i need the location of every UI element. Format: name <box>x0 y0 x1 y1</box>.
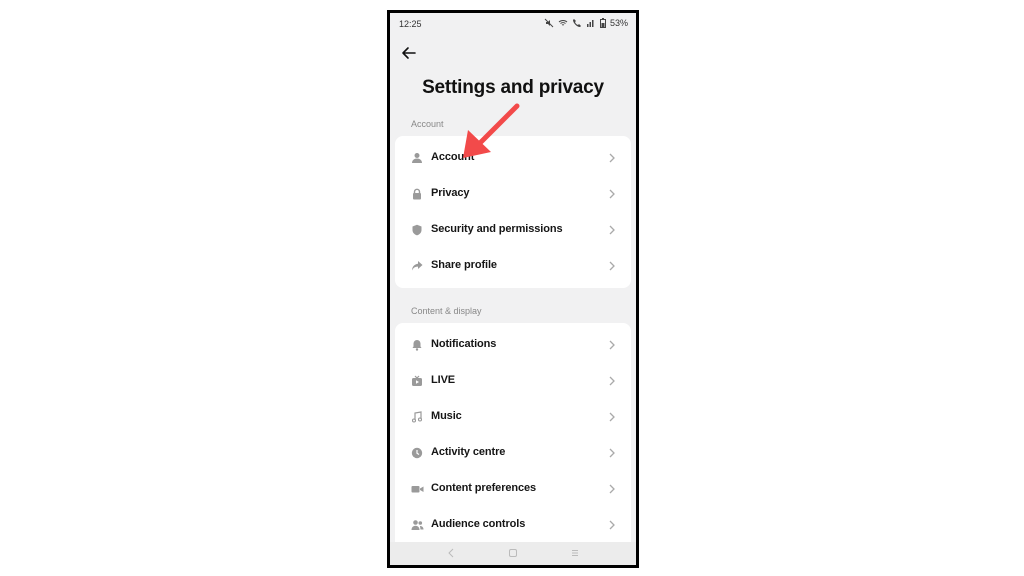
chevron-right-icon <box>609 448 615 458</box>
settings-item-label: LIVE <box>431 374 456 386</box>
video-camera-icon <box>410 482 424 496</box>
app-screen: 12:25 53% Settings and privacy Account A… <box>390 13 636 565</box>
tv-icon <box>410 374 424 388</box>
settings-item-label: Audience controls <box>431 518 526 530</box>
chevron-right-icon <box>609 261 615 271</box>
lock-icon <box>410 187 424 201</box>
wifi-icon <box>558 20 568 26</box>
people-icon <box>410 518 424 532</box>
mute-icon <box>544 18 554 28</box>
settings-item-account[interactable]: Account <box>395 140 631 176</box>
status-bar: 12:25 53% <box>390 13 636 35</box>
settings-item-content-preferences[interactable]: Content preferences <box>395 471 631 507</box>
settings-item-label: Share profile <box>431 259 497 271</box>
section-label-content-display: Content & display <box>411 306 482 316</box>
nav-back-icon[interactable] <box>446 548 456 558</box>
battery-percent: 53% <box>609 18 628 28</box>
settings-item-label: Privacy <box>431 187 470 199</box>
settings-item-activity-centre[interactable]: Activity centre <box>395 435 631 471</box>
clock-icon <box>410 446 424 460</box>
nav-recents-icon[interactable] <box>570 548 580 558</box>
back-arrow-icon <box>402 47 416 59</box>
settings-item-security[interactable]: Security and permissions <box>395 212 631 248</box>
settings-item-live[interactable]: LIVE <box>395 363 631 399</box>
bell-icon <box>410 338 424 352</box>
settings-item-label: Security and permissions <box>431 223 563 235</box>
chevron-right-icon <box>609 484 615 494</box>
chevron-right-icon <box>609 225 615 235</box>
shield-icon <box>410 223 424 237</box>
settings-item-audience-controls[interactable]: Audience controls <box>395 507 631 543</box>
settings-item-label: Account <box>431 151 475 163</box>
call-icon <box>572 19 581 27</box>
settings-item-share-profile[interactable]: Share profile <box>395 248 631 284</box>
phone-frame: 12:25 53% Settings and privacy Account A… <box>387 10 639 568</box>
settings-item-label: Notifications <box>431 338 497 350</box>
chevron-right-icon <box>609 412 615 422</box>
person-icon <box>410 151 424 165</box>
chevron-right-icon <box>609 340 615 350</box>
settings-item-music[interactable]: Music <box>395 399 631 435</box>
status-time: 12:25 <box>399 19 422 29</box>
account-settings-card: Account Privacy Security and permissions <box>395 136 631 288</box>
share-icon <box>410 259 424 273</box>
chevron-right-icon <box>609 376 615 386</box>
nav-home-icon[interactable] <box>508 548 518 558</box>
section-label-account: Account <box>411 119 444 129</box>
status-icons: 53% <box>544 18 628 28</box>
chevron-right-icon <box>609 520 615 530</box>
settings-item-label: Content preferences <box>431 482 537 494</box>
settings-item-notifications[interactable]: Notifications <box>395 327 631 363</box>
content-display-card: Notifications LIVE Music Activity centre… <box>395 323 631 542</box>
settings-item-label: Music <box>431 410 462 422</box>
back-button[interactable] <box>400 45 418 61</box>
chevron-right-icon <box>609 153 615 163</box>
signal-icon <box>586 20 594 27</box>
battery-icon <box>599 18 606 28</box>
chevron-right-icon <box>609 189 615 199</box>
music-note-icon <box>410 410 424 424</box>
settings-item-privacy[interactable]: Privacy <box>395 176 631 212</box>
android-nav-bar <box>390 542 636 565</box>
settings-item-label: Activity centre <box>431 446 506 458</box>
page-title: Settings and privacy <box>422 77 604 98</box>
